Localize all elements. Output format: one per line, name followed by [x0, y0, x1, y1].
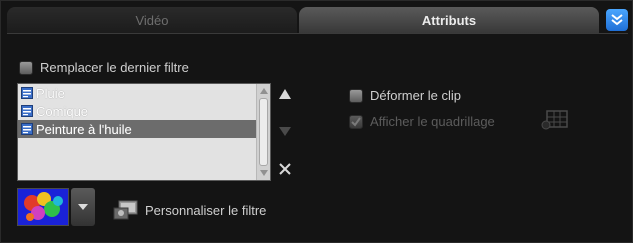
filter-list-items: Pluie Comique Peinture à l'huile [18, 84, 256, 180]
filter-icon [21, 123, 33, 135]
chevron-down-icon [78, 204, 88, 210]
tab-video[interactable]: Vidéo [7, 7, 297, 33]
scroll-up-arrow-icon[interactable] [260, 88, 268, 94]
move-up-button[interactable] [277, 86, 293, 102]
customize-filter-icon [113, 200, 138, 220]
scroll-down-arrow-icon[interactable] [260, 170, 268, 176]
checkbox-box [349, 114, 363, 129]
list-item-label: Peinture à l'huile [36, 121, 132, 137]
scrollbar-thumb[interactable] [259, 98, 268, 166]
attributes-panel: Vidéo Attributs Remplacer le dernier fil… [0, 0, 633, 243]
deform-clip-label: Déformer le clip [370, 88, 462, 103]
checkmark-icon [351, 116, 361, 127]
remove-filter-button[interactable] [277, 161, 293, 177]
list-item-label: Comique [36, 103, 89, 119]
list-scrollbar[interactable] [256, 84, 270, 180]
list-item-label: Pluie [36, 85, 65, 101]
triangle-up-icon [279, 89, 291, 99]
tab-video-label: Vidéo [135, 12, 169, 28]
paint-splash-icon [18, 189, 68, 225]
tab-bar: Vidéo Attributs [7, 7, 628, 33]
preset-dropdown-arrow[interactable] [71, 188, 95, 226]
show-grid-label: Afficher le quadrillage [370, 114, 495, 129]
tab-attributes-label: Attributs [421, 12, 477, 28]
deform-clip-checkbox[interactable]: Déformer le clip [349, 88, 461, 103]
list-item-selected[interactable]: Peinture à l'huile [18, 120, 256, 138]
list-item[interactable]: Pluie [18, 84, 256, 102]
tab-attributes[interactable]: Attributs [299, 7, 599, 33]
customize-filter-label: Personnaliser le filtre [145, 202, 267, 218]
triangle-down-icon [279, 127, 291, 136]
filter-icon [21, 87, 33, 99]
customize-filter-button[interactable]: Personnaliser le filtre [111, 198, 266, 222]
show-grid-checkbox: Afficher le quadrillage [349, 114, 495, 129]
grid-settings-icon [541, 110, 568, 130]
tab-divider [7, 33, 628, 34]
replace-last-filter-checkbox[interactable]: Remplacer le dernier filtre [19, 60, 189, 75]
list-item[interactable]: Comique [18, 102, 256, 120]
filter-icon [21, 105, 33, 117]
checkbox-box[interactable] [349, 88, 363, 103]
collapse-button[interactable] [606, 9, 628, 31]
filter-preset-dropdown[interactable] [17, 188, 95, 226]
checkbox-box[interactable] [19, 60, 33, 75]
close-x-icon [279, 163, 291, 175]
replace-last-filter-label: Remplacer le dernier filtre [40, 60, 189, 75]
preset-thumbnail[interactable] [17, 188, 69, 226]
move-down-button[interactable] [277, 123, 293, 139]
double-chevron-down-icon [611, 14, 623, 26]
filter-list[interactable]: Pluie Comique Peinture à l'huile [17, 83, 271, 181]
